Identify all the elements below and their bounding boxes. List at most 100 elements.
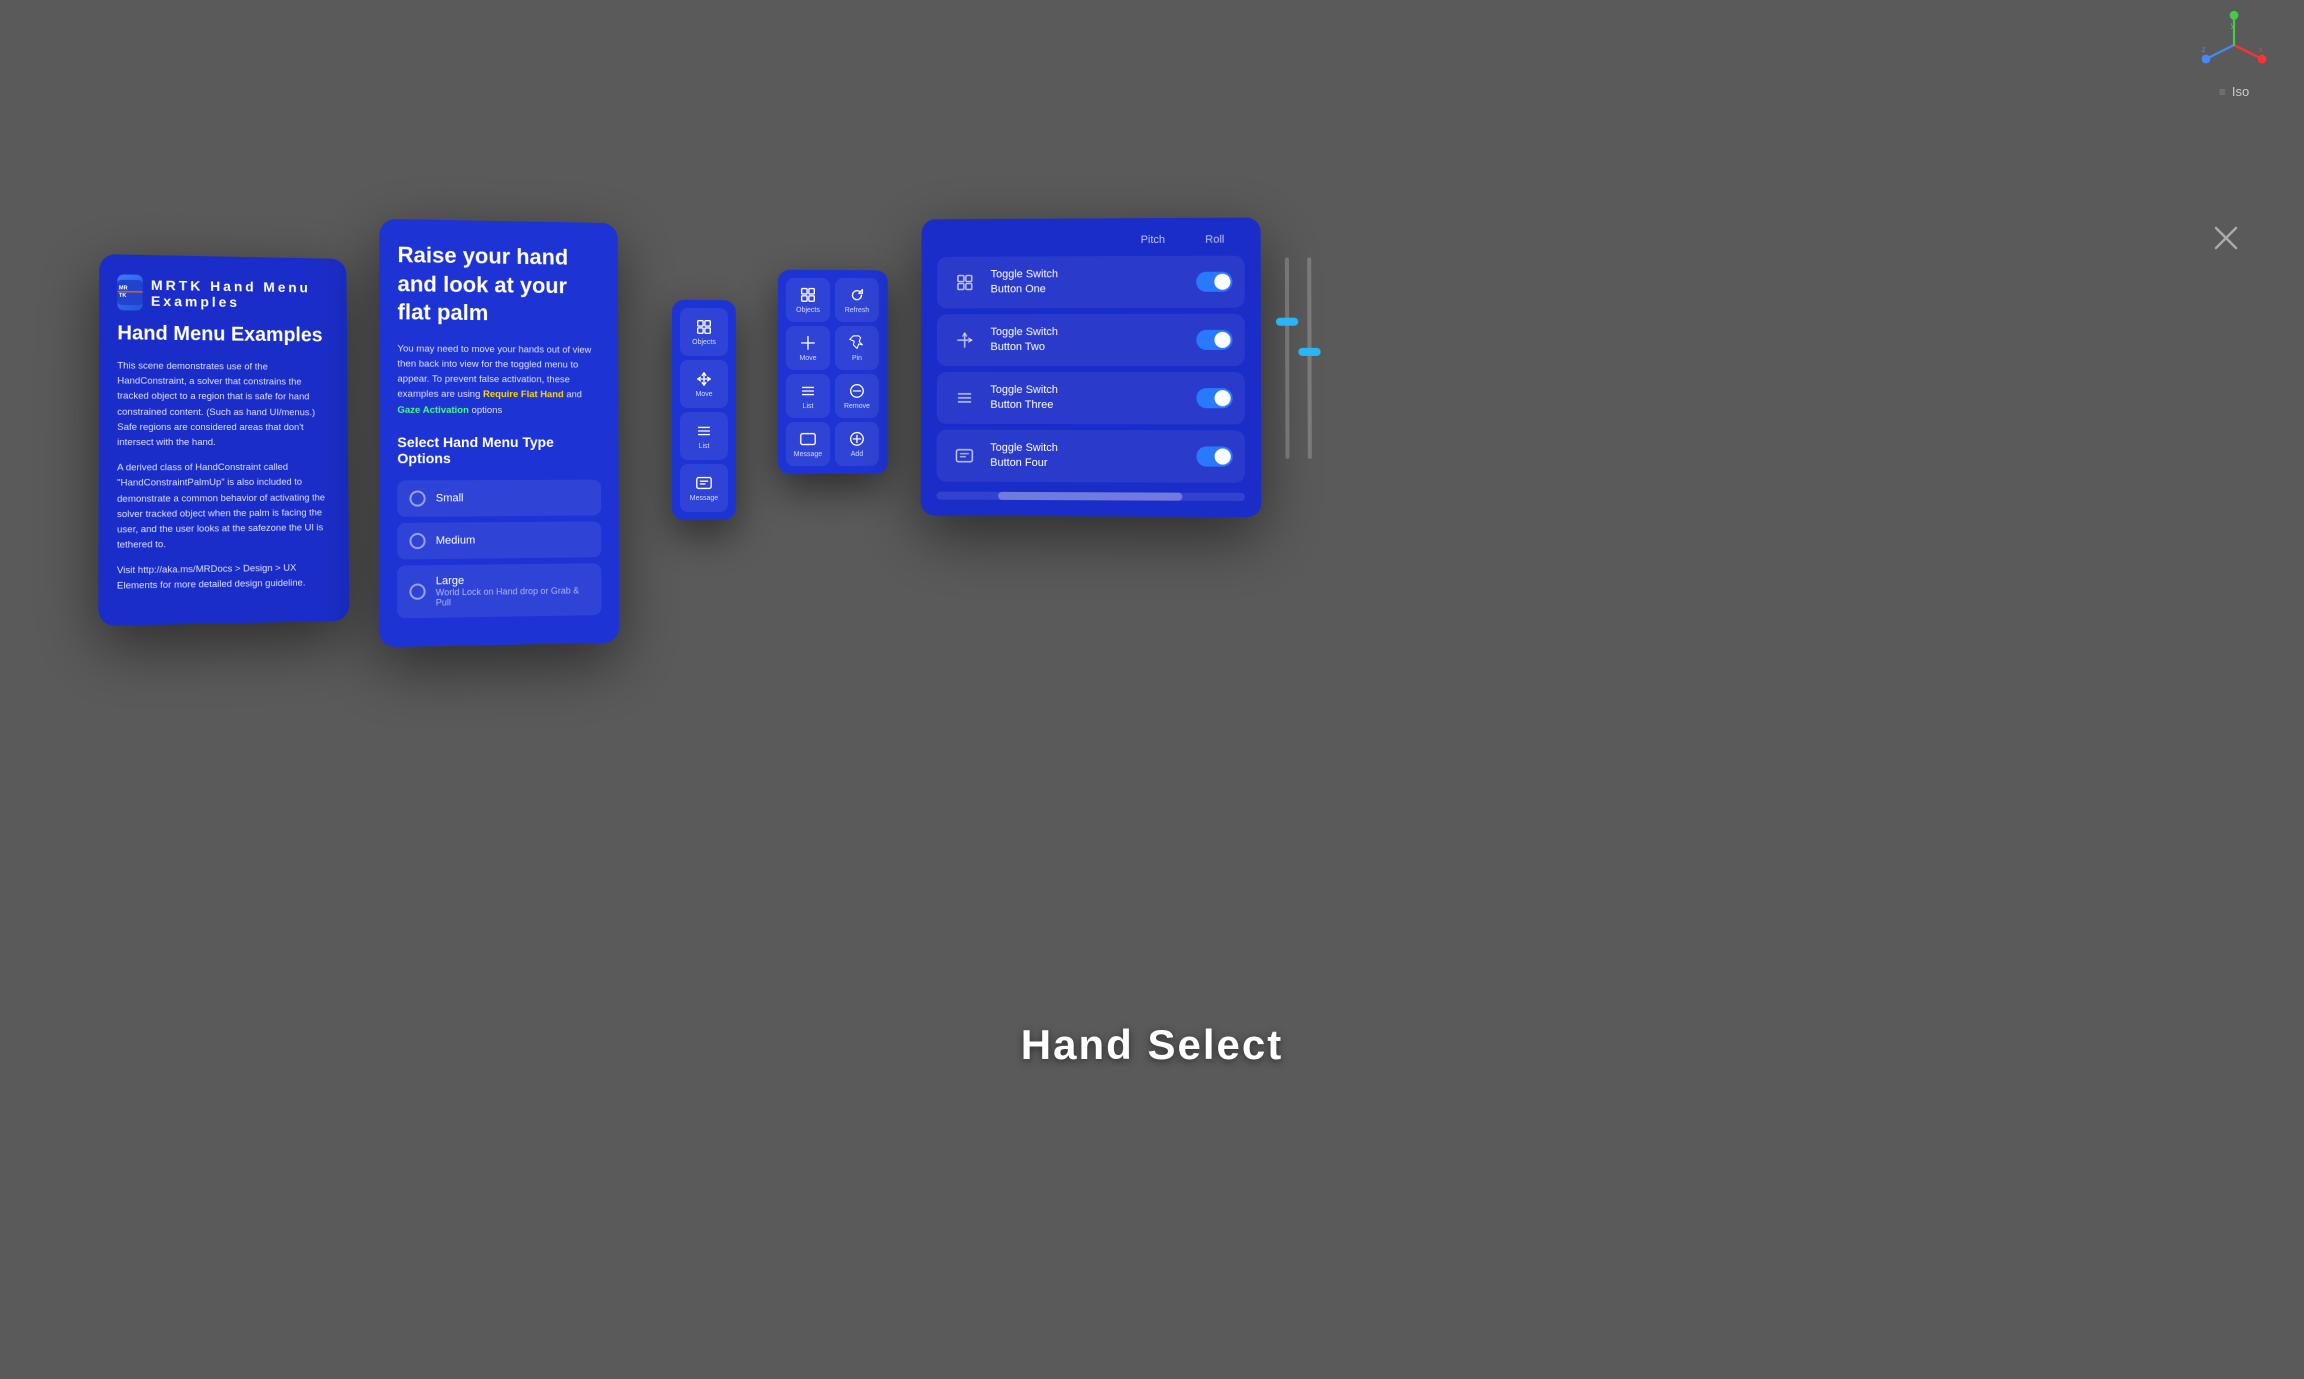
sliders-container xyxy=(1285,257,1312,479)
medium-label-pin: Pin xyxy=(852,355,862,362)
card-raise-hand: Raise your hand and look at your flat pa… xyxy=(379,219,620,647)
mrtk-title: MRTK Hand Menu Examples xyxy=(151,277,329,311)
toggle-icon-1 xyxy=(949,267,981,299)
card-hand-menu-para1: This scene demonstrates use of the HandC… xyxy=(117,358,330,450)
card-raise-hand-title: Raise your hand and look at your flat pa… xyxy=(397,241,600,329)
logo-row: MR TK MRTK Hand Menu Examples xyxy=(117,274,329,313)
pin-icon xyxy=(848,334,866,352)
medium-menu-btn-message[interactable]: Message xyxy=(786,422,830,466)
radio-large-icon xyxy=(409,583,425,599)
card-hand-menu: MR TK MRTK Hand Menu Examples Hand Menu … xyxy=(98,254,349,625)
select-options-title: Select Hand Menu Type Options xyxy=(397,434,601,466)
toggle-switch-1[interactable] xyxy=(1196,272,1232,292)
medium-menu-btn-pin[interactable]: Pin xyxy=(835,326,879,370)
toggle-switch-4[interactable] xyxy=(1196,446,1232,466)
panel-header: Pitch Roll xyxy=(937,234,1244,247)
option-medium[interactable]: Medium xyxy=(397,521,601,559)
toggle-row-3: Toggle SwitchButton Three xyxy=(937,372,1245,424)
radio-small-icon xyxy=(409,490,425,506)
small-menu-btn-objects[interactable]: Objects xyxy=(680,308,728,356)
gizmo-axes-icon: z x y xyxy=(2199,10,2269,80)
roll-label: Roll xyxy=(1205,234,1224,246)
medium-label-list: List xyxy=(803,403,814,410)
gizmo-iso-text: Iso xyxy=(2232,84,2249,99)
toggle-switch-3[interactable] xyxy=(1196,388,1232,408)
svg-text:MR: MR xyxy=(119,285,128,291)
medium-menu-btn-add[interactable]: Add xyxy=(835,422,879,466)
option-medium-label: Medium xyxy=(436,534,475,546)
option-large-sublabel: World Lock on Hand drop or Grab & Pull xyxy=(436,585,590,607)
move-icon-med xyxy=(799,334,817,352)
card-raise-hand-body: You may need to move your hands out of v… xyxy=(397,341,600,418)
scene: z x y ≡ Iso Hand Select MR xyxy=(0,0,2304,1379)
medium-menu-btn-move[interactable]: Move xyxy=(786,326,830,370)
toggle-row-1: Toggle SwitchButton One xyxy=(937,256,1245,309)
medium-label-message: Message xyxy=(794,451,822,458)
option-large[interactable]: Large World Lock on Hand drop or Grab & … xyxy=(397,563,601,618)
toggle-label-2: Toggle SwitchButton Two xyxy=(990,325,1186,356)
small-menu-label-message: Message xyxy=(690,495,718,502)
toggle-label-1: Toggle SwitchButton One xyxy=(991,266,1187,297)
panel-scrollbar[interactable] xyxy=(936,492,1245,501)
card-hand-menu-title: Hand Menu Examples xyxy=(117,320,329,348)
small-menu-btn-list[interactable]: List xyxy=(680,412,728,460)
svg-text:y: y xyxy=(2231,21,2235,30)
list-icon xyxy=(695,422,713,440)
medium-menu-btn-list[interactable]: List xyxy=(786,374,830,418)
objects-icon xyxy=(695,318,713,336)
medium-menu-btn-remove[interactable]: Remove xyxy=(835,374,879,418)
pitch-thumb xyxy=(1276,318,1298,326)
option-large-label: Large xyxy=(436,575,464,587)
medium-label-remove: Remove xyxy=(844,403,870,410)
medium-label-move: Move xyxy=(799,355,816,362)
small-menu-label-move: Move xyxy=(695,391,712,398)
card-hand-menu-para2: A derived class of HandConstraint called… xyxy=(117,460,331,553)
card-large-panel: Pitch Roll Toggle SwitchButton One Toggl… xyxy=(921,218,1262,518)
small-menu-label-objects: Objects xyxy=(692,339,716,346)
add-icon xyxy=(848,430,866,448)
small-menu-label-list: List xyxy=(699,443,710,450)
hand-select-label: Hand Select xyxy=(1021,1021,1283,1069)
radio-medium-icon xyxy=(409,533,425,549)
list-icon-med xyxy=(799,382,817,400)
svg-text:z: z xyxy=(2202,45,2206,54)
small-menu-btn-move[interactable]: Move xyxy=(680,360,728,408)
move-icon xyxy=(695,370,713,388)
medium-label-add: Add xyxy=(851,451,863,458)
svg-text:x: x xyxy=(2259,45,2263,54)
pitch-slider[interactable] xyxy=(1285,257,1290,458)
toggle-icon-2 xyxy=(949,324,981,356)
close-button[interactable] xyxy=(2208,220,2244,256)
medium-menu-btn-refresh[interactable]: Refresh xyxy=(835,278,879,322)
remove-icon xyxy=(848,382,866,400)
mrtk-logo: MR TK xyxy=(117,274,143,310)
option-small[interactable]: Small xyxy=(397,479,601,516)
medium-label-refresh: Refresh xyxy=(845,307,869,314)
mrtk-logo-icon: MR TK xyxy=(117,276,143,308)
svg-text:TK: TK xyxy=(119,293,126,299)
toggle-label-4: Toggle SwitchButton Four xyxy=(990,440,1186,471)
option-small-label: Small xyxy=(436,492,464,504)
message-icon xyxy=(695,474,713,492)
toggle-icon-3 xyxy=(949,382,981,414)
objects-icon-med xyxy=(799,286,817,304)
highlight-gaze-activation: Gaze Activation xyxy=(397,404,469,415)
medium-label-objects: Objects xyxy=(796,307,820,314)
refresh-icon xyxy=(848,286,866,304)
gizmo-label: ≡ Iso xyxy=(2219,84,2249,99)
toggle-label-3: Toggle SwitchButton Three xyxy=(990,383,1186,414)
toggle-row-2: Toggle SwitchButton Two xyxy=(937,314,1245,366)
option-large-text: Large World Lock on Hand drop or Grab & … xyxy=(436,573,590,607)
message-icon-med xyxy=(799,430,817,448)
medium-menu-btn-objects[interactable]: Objects xyxy=(786,278,830,322)
toggle-icon-4 xyxy=(948,440,980,472)
small-menu-btn-message[interactable]: Message xyxy=(680,464,728,512)
card-hand-menu-para3: Visit http://aka.ms/MRDocs > Design > UX… xyxy=(117,560,332,594)
card-small-menu: Objects Move List Message xyxy=(672,300,736,521)
pitch-label: Pitch xyxy=(1141,234,1166,246)
roll-slider[interactable] xyxy=(1307,257,1312,458)
roll-thumb xyxy=(1298,348,1320,356)
toggle-switch-2[interactable] xyxy=(1196,330,1232,350)
highlight-require-flat-hand: Require Flat Hand xyxy=(483,389,564,400)
scrollbar-thumb xyxy=(998,492,1183,501)
